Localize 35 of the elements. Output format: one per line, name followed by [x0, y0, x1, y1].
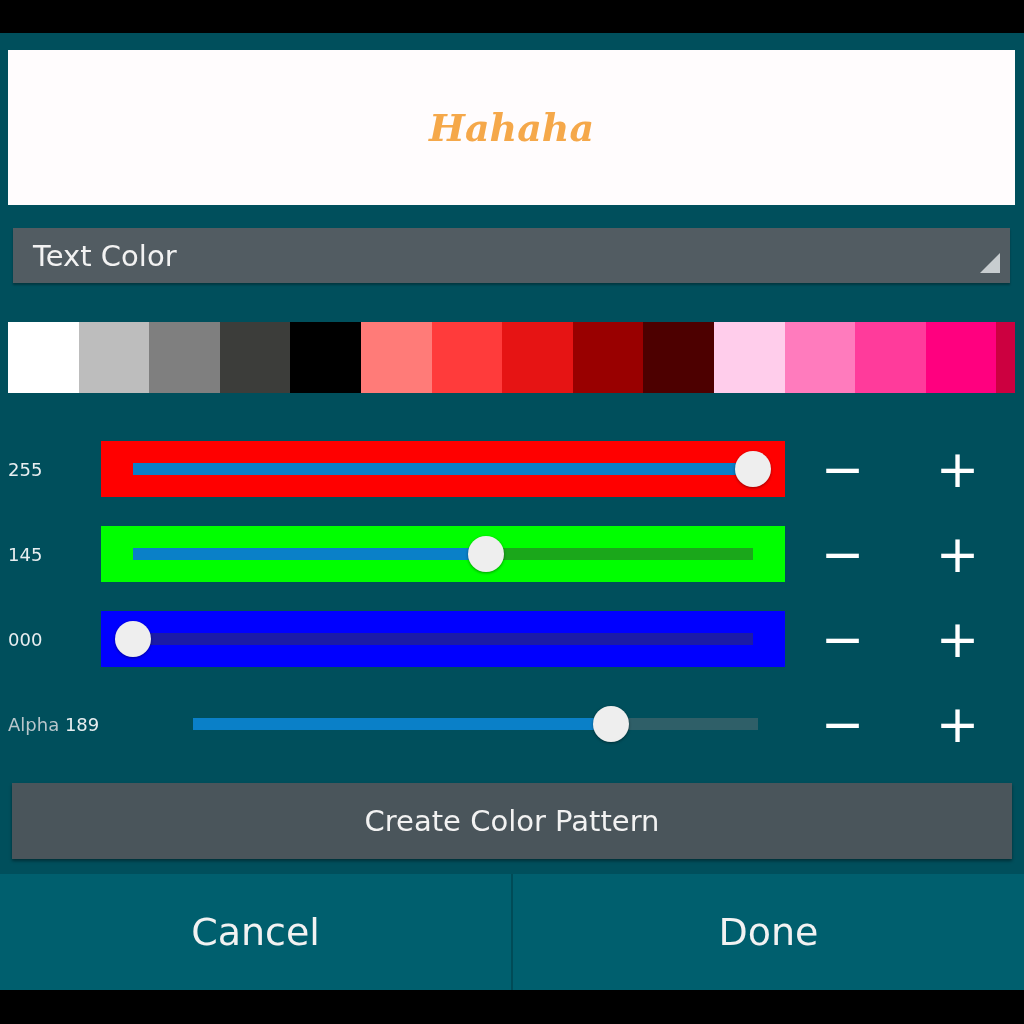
decrease-button[interactable]: −: [785, 698, 900, 750]
slider-thumb[interactable]: [468, 536, 505, 572]
channel-value: 255: [8, 458, 44, 480]
increase-button[interactable]: +: [900, 443, 1015, 495]
channel-value: 000: [8, 628, 44, 650]
increase-button[interactable]: +: [900, 528, 1015, 580]
alpha-label: Alpha: [8, 713, 60, 735]
decrease-button[interactable]: −: [785, 528, 900, 580]
color-swatch[interactable]: [572, 322, 644, 393]
color-swatch[interactable]: [431, 322, 503, 393]
color-swatch[interactable]: [643, 322, 714, 393]
decrease-button[interactable]: −: [785, 613, 900, 665]
color-swatch[interactable]: [925, 322, 997, 393]
channel-value: 145: [8, 543, 44, 565]
slider-thumb[interactable]: [593, 706, 630, 742]
color-swatch[interactable]: [360, 322, 432, 393]
dropdown-corner-icon: [980, 253, 1000, 273]
color-swatch[interactable]: [290, 322, 361, 393]
increase-button[interactable]: +: [900, 698, 1015, 750]
color-swatch[interactable]: [219, 322, 291, 393]
color-swatch[interactable]: [149, 322, 220, 393]
preview-text: Hahaha: [429, 105, 594, 150]
alpha-value: 189: [64, 713, 100, 735]
create-pattern-button[interactable]: Create Color Pattern: [12, 783, 1012, 859]
color-swatch[interactable]: [78, 322, 150, 393]
color-swatch[interactable]: [855, 322, 926, 393]
decrease-button[interactable]: −: [785, 443, 900, 495]
color-swatch[interactable]: [784, 322, 856, 393]
color-swatch[interactable]: [502, 322, 573, 393]
color-swatch[interactable]: [713, 322, 785, 393]
color-target-dropdown[interactable]: Text Color: [13, 228, 1010, 283]
slider-thumb[interactable]: [735, 451, 771, 487]
color-swatch[interactable]: [8, 322, 79, 393]
slider-thumb[interactable]: [115, 621, 151, 657]
increase-button[interactable]: +: [900, 613, 1015, 665]
